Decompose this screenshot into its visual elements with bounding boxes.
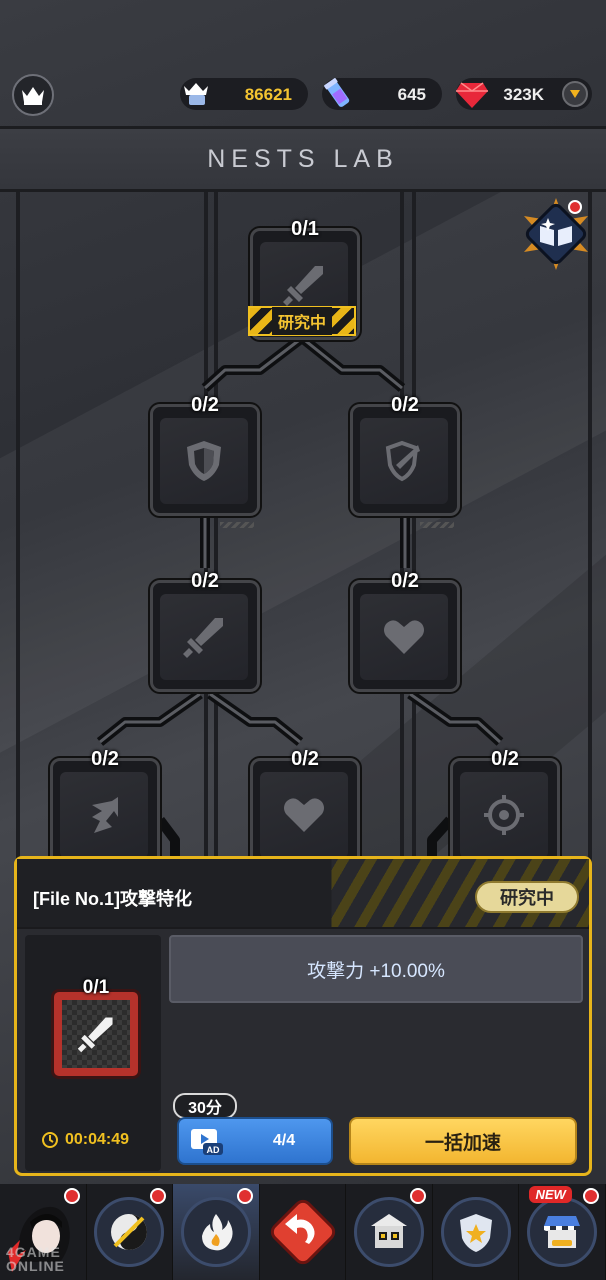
shop-stall-icon [544, 1216, 581, 1248]
research-timer: 00:04:49 [41, 1131, 129, 1149]
node-icon-slot [160, 594, 248, 680]
research-node-hp[interactable]: 0/2 [350, 570, 460, 692]
research-node-defense[interactable]: 0/2 [150, 394, 260, 528]
node-icon-slot [360, 418, 448, 504]
node-icon-slot [60, 772, 148, 858]
watermark: 4GAME ONLINE [6, 1245, 65, 1273]
crosshair-icon [484, 795, 524, 835]
notification-dot [63, 1188, 80, 1204]
node-icon-slot [260, 772, 348, 858]
nav-icon-ring [440, 1197, 511, 1267]
selected-node-progress: 0/1 [82, 977, 110, 998]
nav-back[interactable] [260, 1184, 347, 1280]
research-node-accuracy[interactable]: 0/2 [450, 748, 560, 870]
research-node-hp-2[interactable]: 0/2 [250, 748, 360, 870]
sword-icon [183, 618, 223, 658]
notification-dot [583, 1188, 600, 1204]
node-icon-slot [460, 772, 548, 858]
panel-header: [File No.1]攻撃特化 研究中 [17, 859, 589, 929]
node-progress: 0/2 [191, 570, 219, 592]
instant-speedup-button[interactable]: 一括加速 [349, 1117, 577, 1165]
building-icon [371, 1214, 408, 1248]
watermark-line-1: 4GAME [6, 1244, 61, 1260]
research-effect: 攻撃力 +10.00% [169, 935, 583, 1003]
ad-label: AD [207, 1145, 220, 1155]
watch-ad-speedup-button[interactable]: AD 4/4 [177, 1117, 333, 1165]
ad-remaining-count: 4/4 [272, 1132, 296, 1149]
node-progress: 0/2 [491, 748, 519, 770]
nav-shop[interactable]: NEW [519, 1184, 606, 1280]
node-icon-slot [62, 1000, 130, 1068]
screen: 86621 645 323K NESTS LAB 0/1 研究中 0/2 0/2… [0, 0, 606, 1280]
yin-yang-icon [111, 1214, 148, 1250]
node-progress: 0/2 [391, 394, 419, 416]
research-node-counter[interactable]: 0/2 [350, 394, 460, 528]
ad-time-reduction: 30分 [173, 1093, 237, 1119]
nav-spirit[interactable] [87, 1184, 174, 1280]
research-title: [File No.1]攻撃特化 [33, 889, 193, 909]
notification-dot [150, 1188, 167, 1204]
node-progress: 0/2 [291, 748, 319, 770]
node-icon-slot [360, 594, 448, 680]
new-badge: NEW [529, 1186, 572, 1203]
node-progress: 0/2 [191, 394, 219, 416]
heart-icon [384, 620, 424, 654]
node-progress: 0/1 [291, 218, 319, 240]
nav-lab[interactable] [173, 1184, 260, 1280]
researching-label: 研究中 [248, 306, 356, 336]
shield-icon [187, 441, 221, 481]
heart-icon [284, 798, 324, 832]
research-detail-panel: [File No.1]攻撃特化 研究中 0/1 00:04:49 攻撃力 +10… [14, 856, 592, 1176]
tree-connections [96, 334, 504, 860]
bottom-navigation: NEW [0, 1184, 606, 1280]
sword-icon [77, 1017, 113, 1053]
counter-shield-icon [385, 440, 420, 482]
research-node-attack-2[interactable]: 0/2 [150, 570, 260, 692]
nav-icon-ring [94, 1197, 165, 1267]
return-arrow-icon [270, 1199, 335, 1265]
notification-dot [409, 1188, 426, 1204]
star-badge-icon [459, 1214, 492, 1252]
selected-node-preview: 0/1 00:04:49 [25, 935, 161, 1171]
nav-base[interactable] [346, 1184, 433, 1280]
video-ad-icon: AD [189, 1127, 225, 1157]
node-progress: 0/2 [391, 570, 419, 592]
research-status-badge: 研究中 [475, 881, 579, 913]
node-decor [220, 522, 254, 528]
timer-text: 00:04:49 [65, 1131, 130, 1148]
nav-rank[interactable] [433, 1184, 520, 1280]
node-decor [420, 522, 454, 528]
researching-text: 研究中 [271, 307, 332, 335]
flame-icon [201, 1214, 233, 1251]
watermark-line-2: ONLINE [6, 1258, 65, 1274]
research-node-crit[interactable]: 0/2 [50, 748, 160, 870]
selected-node-frame[interactable] [51, 989, 141, 1079]
nav-icon-ring [354, 1197, 425, 1267]
nav-icon-ring [180, 1197, 251, 1267]
nav-icon-ring [527, 1197, 598, 1267]
clock-icon [42, 1132, 58, 1148]
notification-dot [236, 1188, 253, 1204]
arrow-burst-icon [92, 797, 118, 833]
sword-icon [283, 266, 323, 306]
node-icon-slot [160, 418, 248, 504]
node-progress: 0/2 [91, 748, 119, 770]
